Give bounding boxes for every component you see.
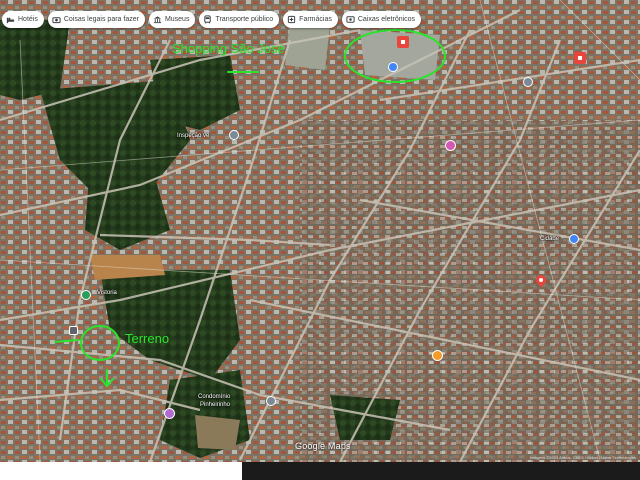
category-chips: Hotéis Coisas legais para fazer Museus T… xyxy=(2,11,422,28)
red-pin-marker[interactable] xyxy=(536,274,546,292)
orange-poi-marker[interactable] xyxy=(432,348,443,366)
blue-poi-marker[interactable] xyxy=(569,231,579,249)
museum-icon xyxy=(153,15,162,24)
pink-poi-marker[interactable] xyxy=(445,138,456,156)
transit-icon xyxy=(203,15,212,24)
chip-label: Farmácias xyxy=(299,16,332,23)
chip-hotels[interactable]: Hotéis xyxy=(2,11,44,28)
hotel-icon xyxy=(6,15,15,24)
map-label: Pinheirinho xyxy=(200,402,231,408)
grey-poi-marker[interactable] xyxy=(229,127,239,145)
blue-poi-marker[interactable] xyxy=(388,59,398,77)
bottom-white-bar xyxy=(0,462,242,480)
chip-label: Coisas legais para fazer xyxy=(63,16,139,23)
chip-pharmacies[interactable]: Farmácias xyxy=(283,11,338,28)
green-poi-marker[interactable] xyxy=(81,287,91,305)
map-label: Vistoria xyxy=(97,290,117,296)
red-poi-marker[interactable] xyxy=(574,52,586,71)
chip-label: Hotéis xyxy=(18,16,38,23)
grey-poi-marker[interactable] xyxy=(523,74,533,92)
annotation-shopping: Shopping São José xyxy=(172,41,285,56)
camera-icon xyxy=(52,15,61,24)
map-label: Inspeção ve xyxy=(177,133,210,139)
annotation-terreno: Terreno xyxy=(125,331,170,346)
google-maps-logo: Google Maps xyxy=(295,441,351,451)
pink-poi-marker[interactable] xyxy=(164,406,175,424)
map-label: Condomínio xyxy=(198,394,231,400)
grey-poi-marker[interactable] xyxy=(266,393,276,411)
bottom-dark-bar xyxy=(242,462,640,480)
chip-things-to-do[interactable]: Coisas legais para fazer xyxy=(47,11,145,28)
transit-stop-marker[interactable] xyxy=(69,322,78,340)
satellite-map[interactable]: Hotéis Coisas legais para fazer Museus T… xyxy=(0,0,640,462)
imagery-attribution: Imagens ©2023 Airbus, CNES / Airbus, Max… xyxy=(529,455,636,460)
chip-atms[interactable]: Caixas eletrônicos xyxy=(341,11,422,28)
chip-label: Transporte público xyxy=(215,16,274,23)
chip-label: Caixas eletrônicos xyxy=(357,16,416,23)
atm-icon xyxy=(346,15,355,24)
chip-label: Museus xyxy=(164,16,190,23)
chip-transit[interactable]: Transporte público xyxy=(199,11,280,28)
chip-museums[interactable]: Museus xyxy=(148,11,196,28)
map-imagery xyxy=(0,0,640,462)
red-poi-marker[interactable] xyxy=(397,36,409,55)
map-label: Cidade xyxy=(540,236,560,242)
pharmacy-icon xyxy=(287,15,296,24)
